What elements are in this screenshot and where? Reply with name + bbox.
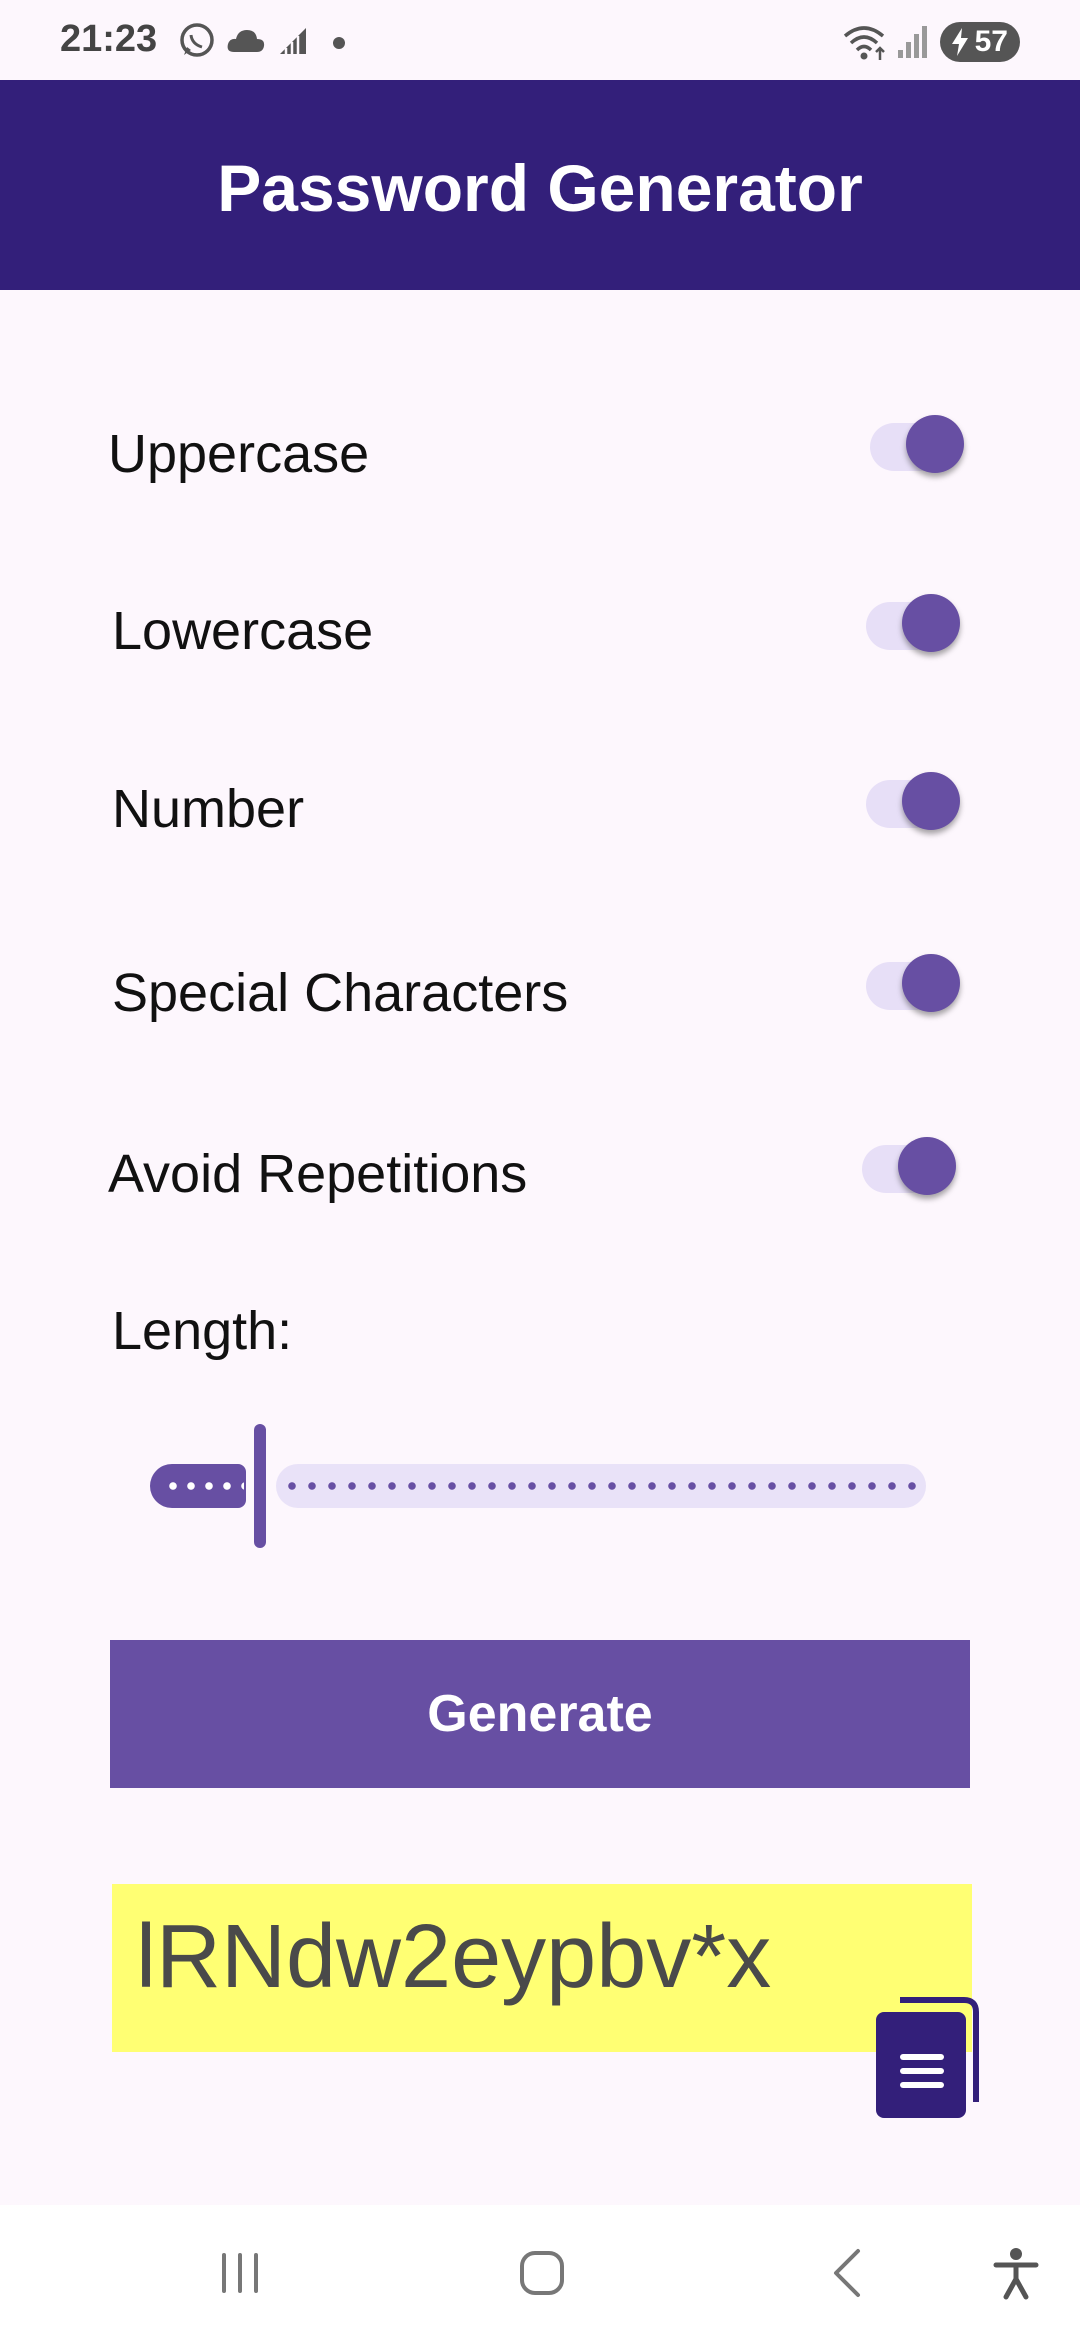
password-text: lRNdw2eypbv*x xyxy=(136,1907,772,2007)
option-lowercase: Lowercase xyxy=(112,582,972,672)
generate-button[interactable]: Generate xyxy=(110,1640,970,1788)
notification-dot-icon xyxy=(333,37,345,49)
cloud-icon xyxy=(227,30,265,52)
option-number: Number xyxy=(112,760,972,850)
option-label-special-characters: Special Characters xyxy=(112,963,569,1023)
length-label: Length: xyxy=(112,1301,293,1361)
slider-active-tick-marks xyxy=(164,1482,244,1490)
length-slider[interactable] xyxy=(150,1420,930,1550)
toggle-thumb xyxy=(906,415,964,473)
app-title: Password Generator xyxy=(217,151,863,225)
option-special-characters: Special Characters xyxy=(112,944,972,1034)
navigation-bar xyxy=(0,2205,1080,2340)
wifi-icon xyxy=(843,26,885,60)
special-characters-toggle[interactable] xyxy=(866,954,962,1018)
password-output: lRNdw2eypbv*x xyxy=(112,1884,972,2052)
recent-apps-icon[interactable] xyxy=(212,2245,268,2301)
status-bar: 21:23 57 xyxy=(0,0,1080,80)
number-toggle[interactable] xyxy=(866,772,962,836)
whatsapp-icon xyxy=(180,23,214,57)
option-uppercase: Uppercase xyxy=(108,405,968,495)
toggle-thumb xyxy=(902,772,960,830)
option-label-uppercase: Uppercase xyxy=(108,424,370,484)
option-label-avoid-repetitions: Avoid Repetitions xyxy=(108,1144,528,1204)
app-bar: Password Generator xyxy=(0,80,1080,290)
toggle-thumb xyxy=(898,1137,956,1195)
back-icon[interactable] xyxy=(820,2245,876,2301)
home-icon[interactable] xyxy=(514,2245,570,2301)
uppercase-toggle[interactable] xyxy=(870,415,966,479)
lowercase-toggle[interactable] xyxy=(866,594,962,658)
accessibility-icon[interactable] xyxy=(988,2245,1044,2301)
cell-signal-icon xyxy=(898,26,927,58)
battery-level: 57 xyxy=(974,25,1008,58)
option-label-lowercase: Lowercase xyxy=(112,601,374,661)
toggle-thumb xyxy=(902,594,960,652)
avoid-repetitions-toggle[interactable] xyxy=(862,1137,958,1201)
signal-bars-icon xyxy=(280,28,306,54)
toggle-thumb xyxy=(902,954,960,1012)
battery-charging-icon: 57 xyxy=(940,22,1020,62)
slider-inactive-tick-marks xyxy=(282,1482,922,1490)
status-time: 21:23 xyxy=(60,18,158,60)
slider-handle[interactable] xyxy=(254,1424,266,1548)
option-avoid-repetitions: Avoid Repetitions xyxy=(108,1125,968,1215)
copy-icon[interactable] xyxy=(872,1992,982,2122)
option-label-number: Number xyxy=(112,779,305,839)
charging-bolt-icon xyxy=(952,28,968,56)
